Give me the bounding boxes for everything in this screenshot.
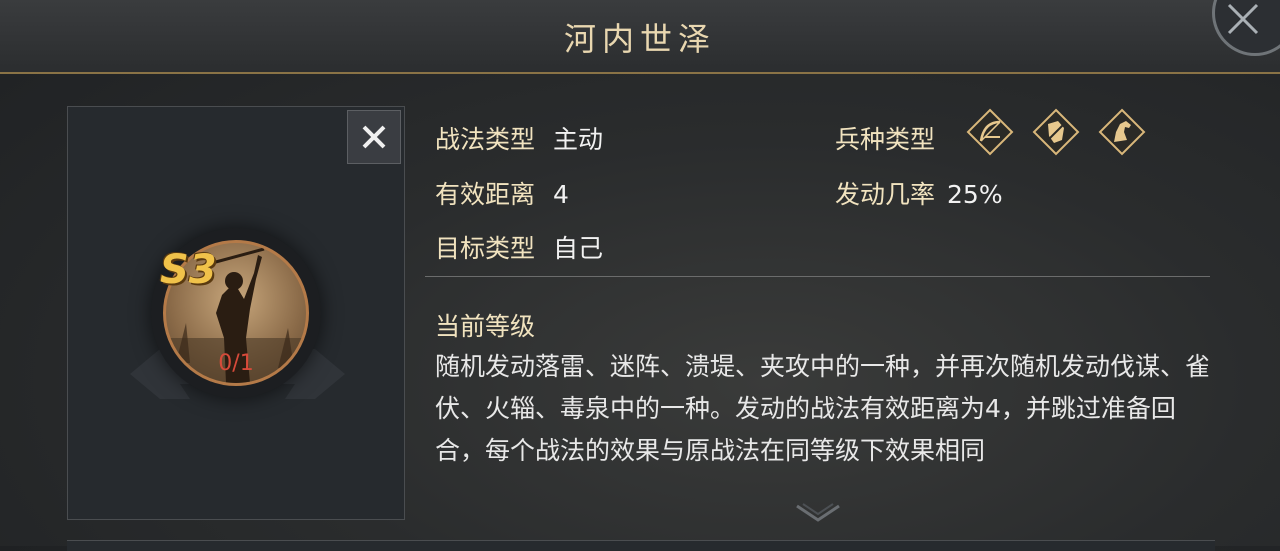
trigger-rate-label: 发动几率 (835, 180, 936, 209)
title-bar: 河内世泽 (0, 0, 1280, 74)
chevron-down-icon[interactable] (795, 502, 841, 524)
skill-card: S3 0/1 (67, 106, 405, 520)
tactic-type-row: 战法类型 主动 (435, 120, 603, 156)
range-label: 有效距离 (435, 180, 536, 209)
bow-icon[interactable] (966, 108, 1014, 156)
divider (425, 276, 1210, 277)
close-button[interactable] (347, 110, 401, 164)
trigger-rate-row: 发动几率 25% (835, 175, 1003, 211)
shield-icon[interactable] (1032, 108, 1080, 156)
target-label: 目标类型 (435, 234, 536, 263)
close-icon (362, 125, 386, 149)
page-title: 河内世泽 (563, 20, 716, 58)
troop-type-label: 兵种类型 (835, 125, 936, 154)
range-row: 有效距离 4 (435, 175, 569, 211)
skill-count: 0/1 (218, 351, 254, 376)
target-value: 自己 (553, 234, 604, 263)
current-level-title: 当前等级 (435, 312, 536, 341)
horse-icon[interactable] (1098, 108, 1146, 156)
tactic-type-label: 战法类型 (435, 125, 536, 154)
skill-level-badge: S3 (160, 247, 217, 293)
troop-type-row: 兵种类型 (835, 120, 935, 156)
range-value: 4 (553, 180, 569, 209)
target-row: 目标类型 自己 (435, 229, 603, 265)
skill-description: 随机发动落雷、迷阵、溃堤、夹攻中的一种，并再次随机发动伐谋、雀伏、火辎、毒泉中的… (435, 352, 1211, 465)
trigger-rate-value: 25% (947, 180, 1003, 209)
tactic-type-value: 主动 (553, 125, 604, 154)
